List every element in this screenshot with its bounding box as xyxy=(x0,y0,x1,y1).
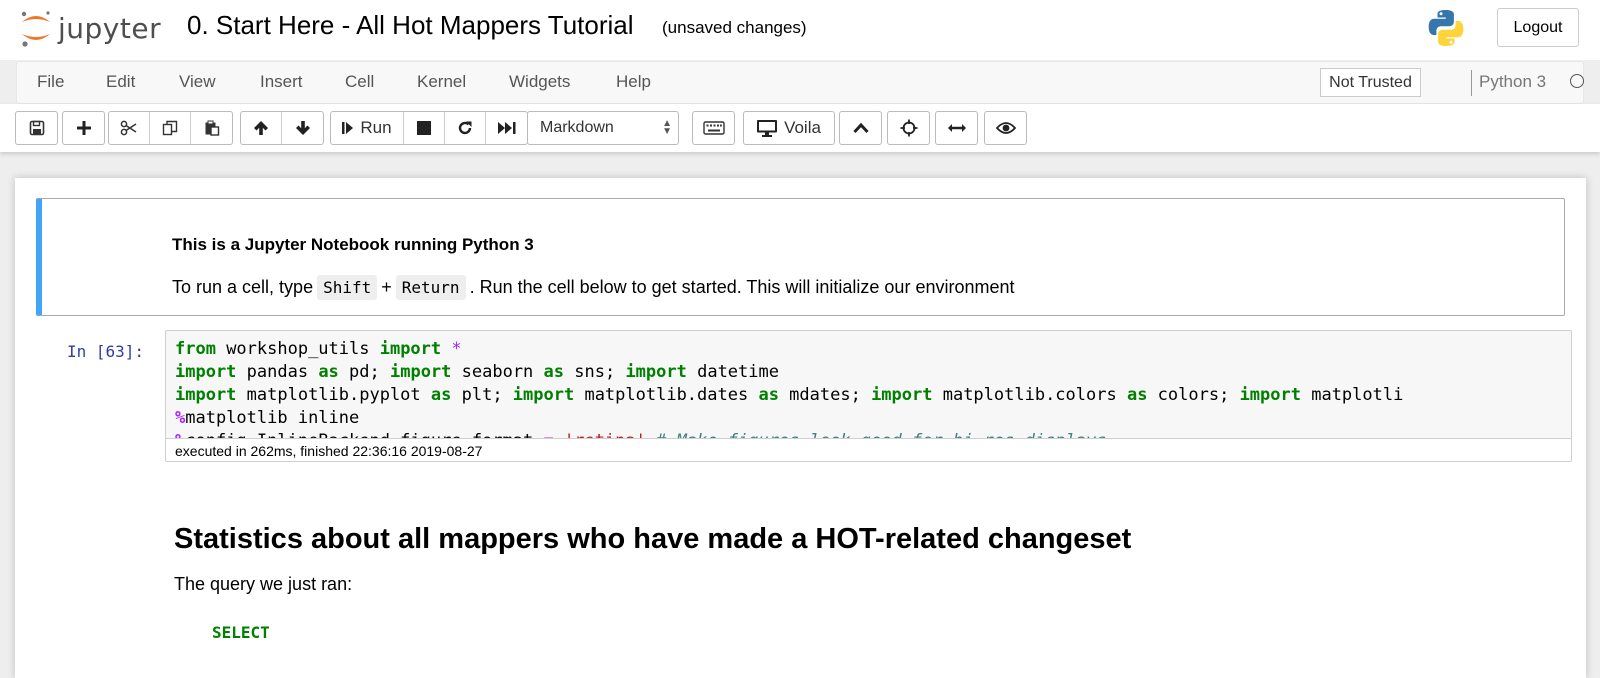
fast-forward-icon xyxy=(497,122,515,134)
menu-kernel[interactable]: Kernel xyxy=(417,72,466,92)
arrows-h-icon xyxy=(947,124,966,132)
paste-icon xyxy=(205,120,219,136)
code-cell[interactable]: from workshop_utils import * import pand… xyxy=(165,330,1572,462)
menu-edit[interactable]: Edit xyxy=(106,72,135,92)
view-group xyxy=(984,111,1027,145)
sql-keyword: SELECT xyxy=(212,623,270,642)
desktop-icon xyxy=(757,119,778,137)
jupyter-logo-icon xyxy=(18,8,54,48)
paragraph: The query we just ran: xyxy=(174,574,353,594)
plus-sign: + xyxy=(381,277,392,297)
run-group: Run xyxy=(330,111,528,145)
text-before: To run a cell, type xyxy=(172,277,314,297)
save-status: (unsaved changes) xyxy=(662,18,807,37)
logo-text: jupyter xyxy=(58,11,162,45)
locate-cell-button[interactable] xyxy=(888,112,929,144)
clipboard-group xyxy=(108,111,233,145)
paste-button[interactable] xyxy=(191,112,232,144)
move-down-button[interactable] xyxy=(282,112,323,144)
move-up-button[interactable] xyxy=(241,112,282,144)
notebook-container: This is a Jupyter Notebook running Pytho… xyxy=(15,178,1586,678)
cell-type-value: Markdown xyxy=(540,119,614,136)
save-group xyxy=(15,111,58,145)
select-caret-icon: ▲ ▼ xyxy=(662,118,672,137)
insert-group xyxy=(62,111,105,145)
toggle-width-button[interactable] xyxy=(936,112,977,144)
restart-button[interactable] xyxy=(445,112,486,144)
copy-button[interactable] xyxy=(150,112,191,144)
move-group xyxy=(240,111,324,145)
toolbar: Run Markdown ▲ ▼ Voila xyxy=(0,104,1600,152)
step-forward-icon xyxy=(342,122,354,134)
kernel-idle-icon xyxy=(1570,74,1584,88)
interrupt-button[interactable] xyxy=(404,112,445,144)
input-prompt: In [63]: xyxy=(67,342,145,361)
not-trusted-button[interactable]: Not Trusted xyxy=(1320,68,1421,97)
arrow-down-icon xyxy=(295,121,310,135)
insert-cell-button[interactable] xyxy=(63,112,104,144)
collapse-group xyxy=(839,111,882,145)
code-line: import pandas as pd; import seaborn as s… xyxy=(175,362,779,382)
markdown-title: This is a Jupyter Notebook running Pytho… xyxy=(172,235,534,254)
kernel-separator xyxy=(1471,70,1472,96)
copy-icon xyxy=(162,120,178,136)
menu-file[interactable]: File xyxy=(37,72,64,92)
kbd-shift: Shift xyxy=(317,275,378,300)
voila-label: Voila xyxy=(784,118,821,137)
menubar: File Edit View Insert Cell Kernel Widget… xyxy=(16,61,1584,104)
text-after: . Run the cell below to get started. Thi… xyxy=(469,277,1015,297)
keyboard-icon xyxy=(702,121,725,135)
arrow-up-icon xyxy=(254,121,268,135)
markdown-instructions: To run a cell, type Shift + Return . Run… xyxy=(172,275,1015,300)
keyboard-group xyxy=(692,111,735,145)
code-line: %matplotlib inline xyxy=(175,408,360,428)
code-line: from workshop_utils import * xyxy=(175,339,462,359)
menu-widgets[interactable]: Widgets xyxy=(509,72,570,92)
execution-info: executed in 262ms, finished 22:36:16 201… xyxy=(166,438,1571,461)
menu-help[interactable]: Help xyxy=(616,72,651,92)
save-button[interactable] xyxy=(16,112,57,144)
collapse-header-button[interactable] xyxy=(840,112,881,144)
eye-icon xyxy=(995,122,1016,134)
run-label: Run xyxy=(360,118,392,137)
crosshairs-icon xyxy=(900,119,917,137)
restart-run-all-button[interactable] xyxy=(486,112,527,144)
locate-group xyxy=(887,111,930,145)
plus-icon xyxy=(76,121,91,135)
chevron-up-icon xyxy=(852,122,869,134)
run-button[interactable]: Run xyxy=(331,112,404,144)
cut-button[interactable] xyxy=(109,112,150,144)
logout-button[interactable]: Logout xyxy=(1497,8,1579,47)
header: jupyter 0. Start Here - All Hot Mappers … xyxy=(0,0,1600,60)
cut-icon xyxy=(120,120,137,136)
command-palette-button[interactable] xyxy=(693,112,734,144)
toggle-view-button[interactable] xyxy=(985,112,1026,144)
stop-icon xyxy=(417,121,431,135)
menu-view[interactable]: View xyxy=(179,72,216,92)
markdown-cell[interactable]: This is a Jupyter Notebook running Pytho… xyxy=(36,198,1565,316)
save-icon xyxy=(29,120,44,136)
voila-group: Voila xyxy=(743,111,835,145)
notebook-title[interactable]: 0. Start Here - All Hot Mappers Tutorial xyxy=(187,10,634,41)
menu-cell[interactable]: Cell xyxy=(345,72,374,92)
code-line: import matplotlib.pyplot as plt; import … xyxy=(175,385,1404,405)
restart-icon xyxy=(458,121,472,135)
kernel-name: Python 3 xyxy=(1479,72,1547,91)
voila-button[interactable]: Voila xyxy=(744,112,834,144)
cell-type-select[interactable]: Markdown ▲ ▼ xyxy=(527,111,679,145)
jupyter-logo[interactable]: jupyter xyxy=(18,8,168,48)
section-heading: Statistics about all mappers who have ma… xyxy=(174,523,1132,555)
python-logo-icon xyxy=(1426,8,1466,48)
width-group xyxy=(935,111,978,145)
menu-insert[interactable]: Insert xyxy=(260,72,303,92)
kbd-return: Return xyxy=(395,275,466,300)
